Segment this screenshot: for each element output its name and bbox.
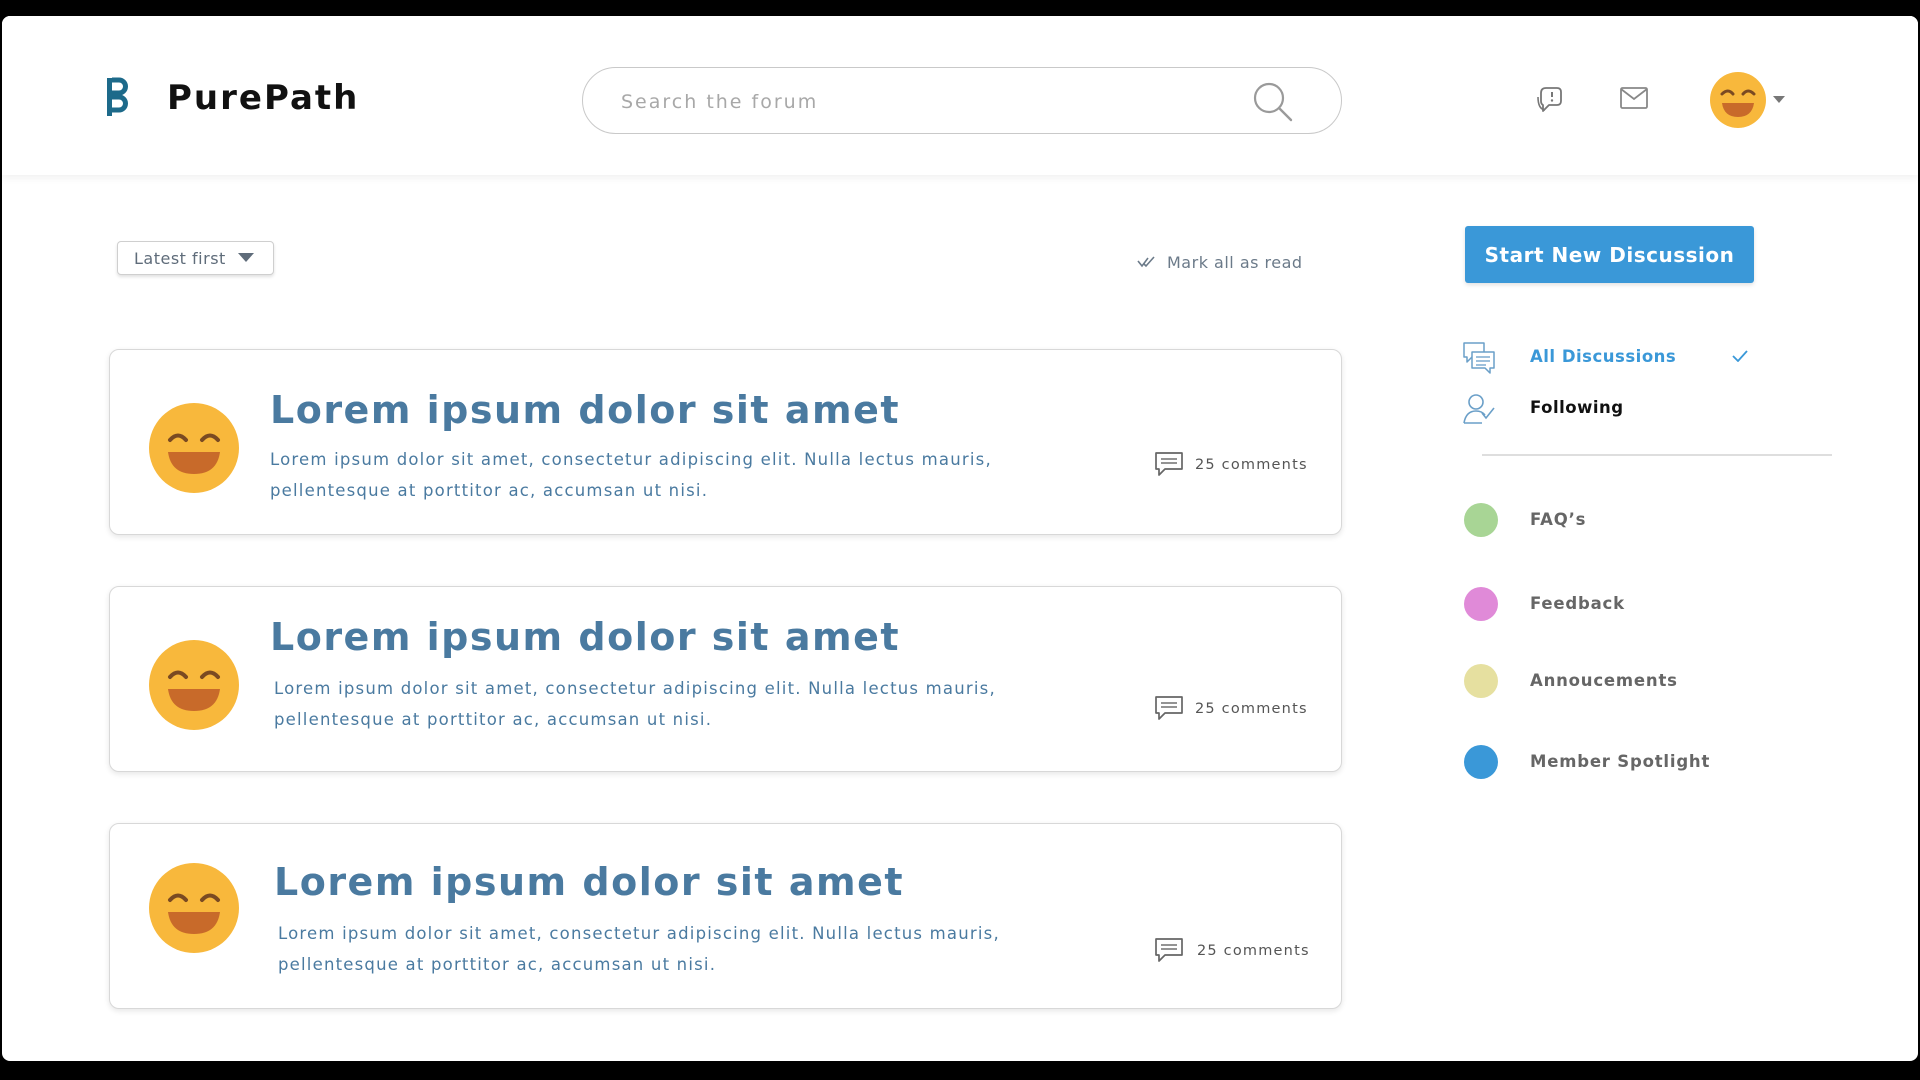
category-label: FAQ’s [1530,510,1587,529]
category-color-dot [1464,503,1498,537]
search-icon[interactable] [1251,80,1295,124]
comment-count-label: 25 comments [1195,701,1308,717]
comment-icon [1155,696,1183,720]
sidebar-item-label: Following [1530,398,1624,417]
discussion-card[interactable]: Lorem ipsum dolor sit amet Lorem ipsum d… [109,823,1342,1009]
search-input[interactable] [621,86,1221,118]
comment-icon [1155,938,1183,962]
app-window: PurePath Search the forum Latest first M… [2,16,1918,1061]
search-bar [582,67,1342,134]
category-color-dot [1464,587,1498,621]
sort-dropdown[interactable]: Latest first [117,241,274,275]
user-avatar-menu[interactable] [1709,71,1789,129]
discussion-excerpt: Lorem ipsum dolor sit amet, consectetur … [274,679,996,729]
discussion-card[interactable]: Lorem ipsum dolor sit amet Lorem ipsum d… [109,586,1342,772]
discussion-card[interactable]: Lorem ipsum dolor sit amet Lorem ipsum d… [109,349,1342,535]
category-member-spotlight[interactable]: Member Spotlight [1464,745,1764,779]
category-label: Feedback [1530,594,1625,613]
discussion-title[interactable]: Lorem ipsum dolor sit amet [270,615,900,659]
category-announcements[interactable]: Annoucements [1464,664,1764,698]
check-icon [1732,350,1748,362]
comment-icon [1155,452,1183,476]
category-color-dot [1464,664,1498,698]
mark-read-label: Mark all as read [1167,253,1303,272]
avatar-emoji-icon [1710,72,1766,128]
comment-count-label: 25 comments [1195,457,1308,473]
category-label: Annoucements [1530,671,1678,690]
chevron-down-icon [238,253,254,262]
sidebar-item-all-discussions[interactable]: All Discussions [1462,340,1762,376]
sidebar-divider [1482,454,1832,456]
discussions-icon [1463,342,1495,374]
discussion-title[interactable]: Lorem ipsum dolor sit amet [274,860,904,904]
chevron-down-icon[interactable] [1773,96,1785,104]
sidebar-item-following[interactable]: Following [1462,391,1762,427]
discussion-title[interactable]: Lorem ipsum dolor sit amet [270,388,900,432]
category-faqs[interactable]: FAQ’s [1464,503,1764,537]
category-label: Member Spotlight [1530,752,1711,771]
comment-count-label: 25 comments [1197,943,1310,959]
category-color-dot [1464,745,1498,779]
avatar-emoji-icon [149,403,239,493]
discussion-excerpt: Lorem ipsum dolor sit amet, consectetur … [278,924,1000,974]
notification-icon[interactable] [1535,83,1565,115]
category-feedback[interactable]: Feedback [1464,587,1764,621]
top-header: PurePath [2,16,1918,175]
sort-label: Latest first [134,249,226,268]
start-new-discussion-button[interactable]: Start New Discussion [1465,226,1754,283]
logo-icon [107,77,128,116]
sidebar-item-label: All Discussions [1530,347,1677,366]
mail-icon[interactable] [1619,86,1649,110]
avatar-emoji-icon [149,640,239,730]
following-icon [1463,394,1495,424]
double-check-icon [1137,256,1155,268]
brand-name[interactable]: PurePath [167,78,359,118]
avatar-emoji-icon [149,863,239,953]
discussion-excerpt: Lorem ipsum dolor sit amet, consectetur … [270,450,992,500]
